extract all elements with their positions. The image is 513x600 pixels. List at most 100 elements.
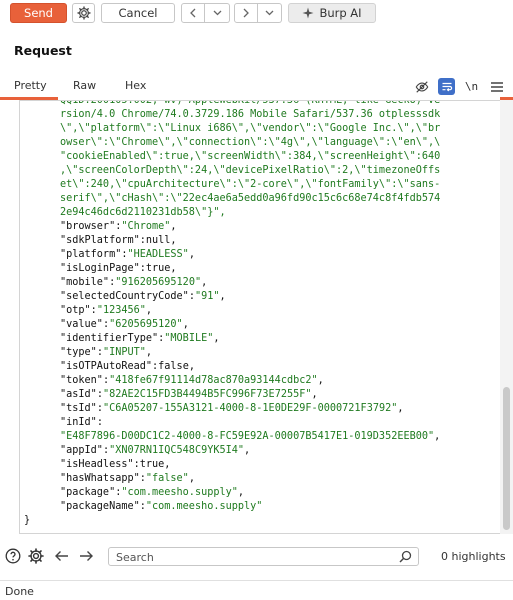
value-token: "com.meesho.supply"	[121, 487, 238, 498]
cancel-label: Cancel	[118, 6, 158, 20]
punct-token: ,	[145, 305, 153, 316]
arrow-left-icon	[54, 551, 68, 561]
punct-token: ,	[145, 347, 153, 358]
key-token: "asId"	[60, 389, 97, 400]
send-button[interactable]: Send	[10, 3, 67, 23]
value-token: "6205695120"	[109, 319, 183, 330]
punct-token: ,	[244, 445, 251, 456]
key-token: "browser"	[60, 221, 116, 232]
scrollbar-thumb[interactable]	[503, 387, 510, 530]
status-text: Done	[5, 585, 34, 598]
help-button[interactable]	[4, 547, 22, 565]
tab-pretty[interactable]: Pretty	[14, 79, 47, 92]
newline-label: \n	[464, 80, 479, 93]
punct-token: ,	[170, 235, 177, 246]
search-settings-button[interactable]	[27, 547, 45, 565]
search-input[interactable]: Search	[108, 547, 419, 566]
previous-match-button[interactable]	[52, 547, 70, 565]
value-token: "916205695120"	[115, 277, 202, 288]
code-line: rsion/4.0 Chrome/74.0.3729.186 Mobile Sa…	[20, 108, 440, 122]
code-line: "selectedCountryCode":"91",	[20, 290, 440, 304]
value-token: "C6A05207-155A3121-4000-8-1E0DE29F-00007…	[102, 403, 398, 414]
punct-token: }	[24, 515, 31, 526]
tab-hex[interactable]: Hex	[125, 79, 146, 92]
wrap-icon	[442, 82, 452, 91]
punct-token: ,	[170, 263, 177, 274]
burp-ai-button[interactable]: Burp AI	[288, 3, 376, 23]
key-token: "appId"	[60, 445, 103, 456]
value-token: "false"	[145, 473, 189, 484]
value-token: "91"	[194, 291, 220, 302]
value-token: "Chrome"	[121, 221, 171, 232]
back-dropdown-button[interactable]	[205, 3, 230, 23]
value-token: "HEADLESS"	[127, 249, 189, 260]
string-token: \",\"platform\":\"Linux i686\",\"vendor\…	[60, 123, 441, 134]
punct-token: ,	[434, 431, 441, 442]
request-body: QQ1D.200105.002; wv) AppleWebKit/537.36 …	[20, 101, 441, 528]
search-bar: Search 0 highlights	[0, 542, 513, 570]
key-token: "isHeadless"	[60, 459, 134, 470]
back-button[interactable]	[181, 3, 205, 23]
value-token: "XN07RN1IQC548C9YK5I4"	[109, 445, 245, 456]
code-line: "isLoginPage":true,	[20, 262, 440, 276]
chevron-down-icon	[265, 10, 274, 16]
settings-button[interactable]	[72, 3, 95, 23]
string-token: owser\":\"Chrome\",\"connection\":\"4g\"…	[60, 137, 441, 148]
punct-token: ,	[188, 361, 195, 372]
chevron-down-icon	[213, 10, 221, 16]
key-token: "inId"	[60, 417, 97, 428]
code-line: et\":240,\"cpuArchitecture\":\"2-core\",…	[20, 178, 440, 192]
code-line: owser\":\"Chrome\",\"connection\":\"4g\"…	[20, 136, 440, 150]
key-token: "platform"	[60, 249, 122, 260]
next-match-button[interactable]	[77, 547, 95, 565]
request-editor[interactable]: QQ1D.200105.002; wv) AppleWebKit/537.36 …	[20, 100, 500, 534]
wrap-lines-toggle[interactable]	[438, 78, 455, 95]
code-line: "inId":	[20, 416, 440, 430]
code-line: "platform":"HEADLESS",	[20, 248, 440, 262]
key-token: "selectedCountryCode"	[60, 291, 189, 302]
cancel-button[interactable]: Cancel	[101, 3, 175, 23]
sparkle-icon	[302, 7, 314, 19]
punct-token: ,	[164, 459, 171, 470]
code-line: "hasWhatsapp":"false",	[20, 472, 440, 486]
gear-icon	[76, 6, 91, 20]
forward-dropdown-button[interactable]	[258, 3, 282, 23]
status-bar: Done	[0, 580, 513, 600]
string-token: serif\",\"cHash\":\"22ec4ae6a5edd0a96fd9…	[60, 193, 441, 204]
key-token: "identifierType"	[60, 333, 159, 344]
hide-nonprintable-button[interactable]	[413, 78, 430, 95]
value-token: "INPUT"	[102, 347, 146, 358]
forward-button[interactable]	[234, 3, 258, 23]
key-token: "package"	[60, 487, 116, 498]
punct-token: ,	[188, 473, 195, 484]
value-token: null	[145, 235, 171, 246]
key-token: "mobile"	[60, 277, 110, 288]
chevron-left-icon	[190, 8, 196, 18]
code-line: "package":"com.meesho.supply",	[20, 486, 440, 500]
eye-slash-icon	[415, 80, 428, 93]
editor-menu-button[interactable]	[488, 78, 505, 95]
show-newlines-button[interactable]: \n	[463, 78, 480, 95]
value-token: "123456"	[96, 305, 146, 316]
value-token: "418fe67f91114d78ac870a93144cdbc2"	[109, 375, 318, 386]
value-token: true	[145, 263, 171, 274]
tab-raw[interactable]: Raw	[73, 79, 96, 92]
code-line: "value":"6205695120",	[20, 318, 440, 332]
punct-token: ,	[219, 291, 226, 302]
value-token: "com.meesho.supply"	[145, 501, 263, 512]
key-token: "isLoginPage"	[60, 263, 140, 274]
history-nav	[181, 3, 282, 23]
panel-title: Request	[14, 43, 72, 58]
value-token: true	[139, 459, 165, 470]
string-token: et\":240,\"cpuArchitecture\":\"2-core\",…	[60, 179, 441, 190]
key-token: "packageName"	[60, 501, 140, 512]
code-line: "mobile":"916205695120",	[20, 276, 440, 290]
editor-scrollbar[interactable]	[500, 100, 513, 534]
code-line: }	[20, 514, 440, 528]
punct-token: ,	[188, 249, 195, 260]
code-line: "browser":"Chrome",	[20, 220, 440, 234]
code-line: "asId":"82AE2C15FD3B4494B5FC996F73E7255F…	[20, 388, 440, 402]
code-line: "E48F7896-D00DC1C2-4000-8-FC59E92A-00007…	[20, 430, 440, 444]
search-icon	[399, 550, 412, 563]
code-line: "packageName":"com.meesho.supply"	[20, 500, 440, 514]
